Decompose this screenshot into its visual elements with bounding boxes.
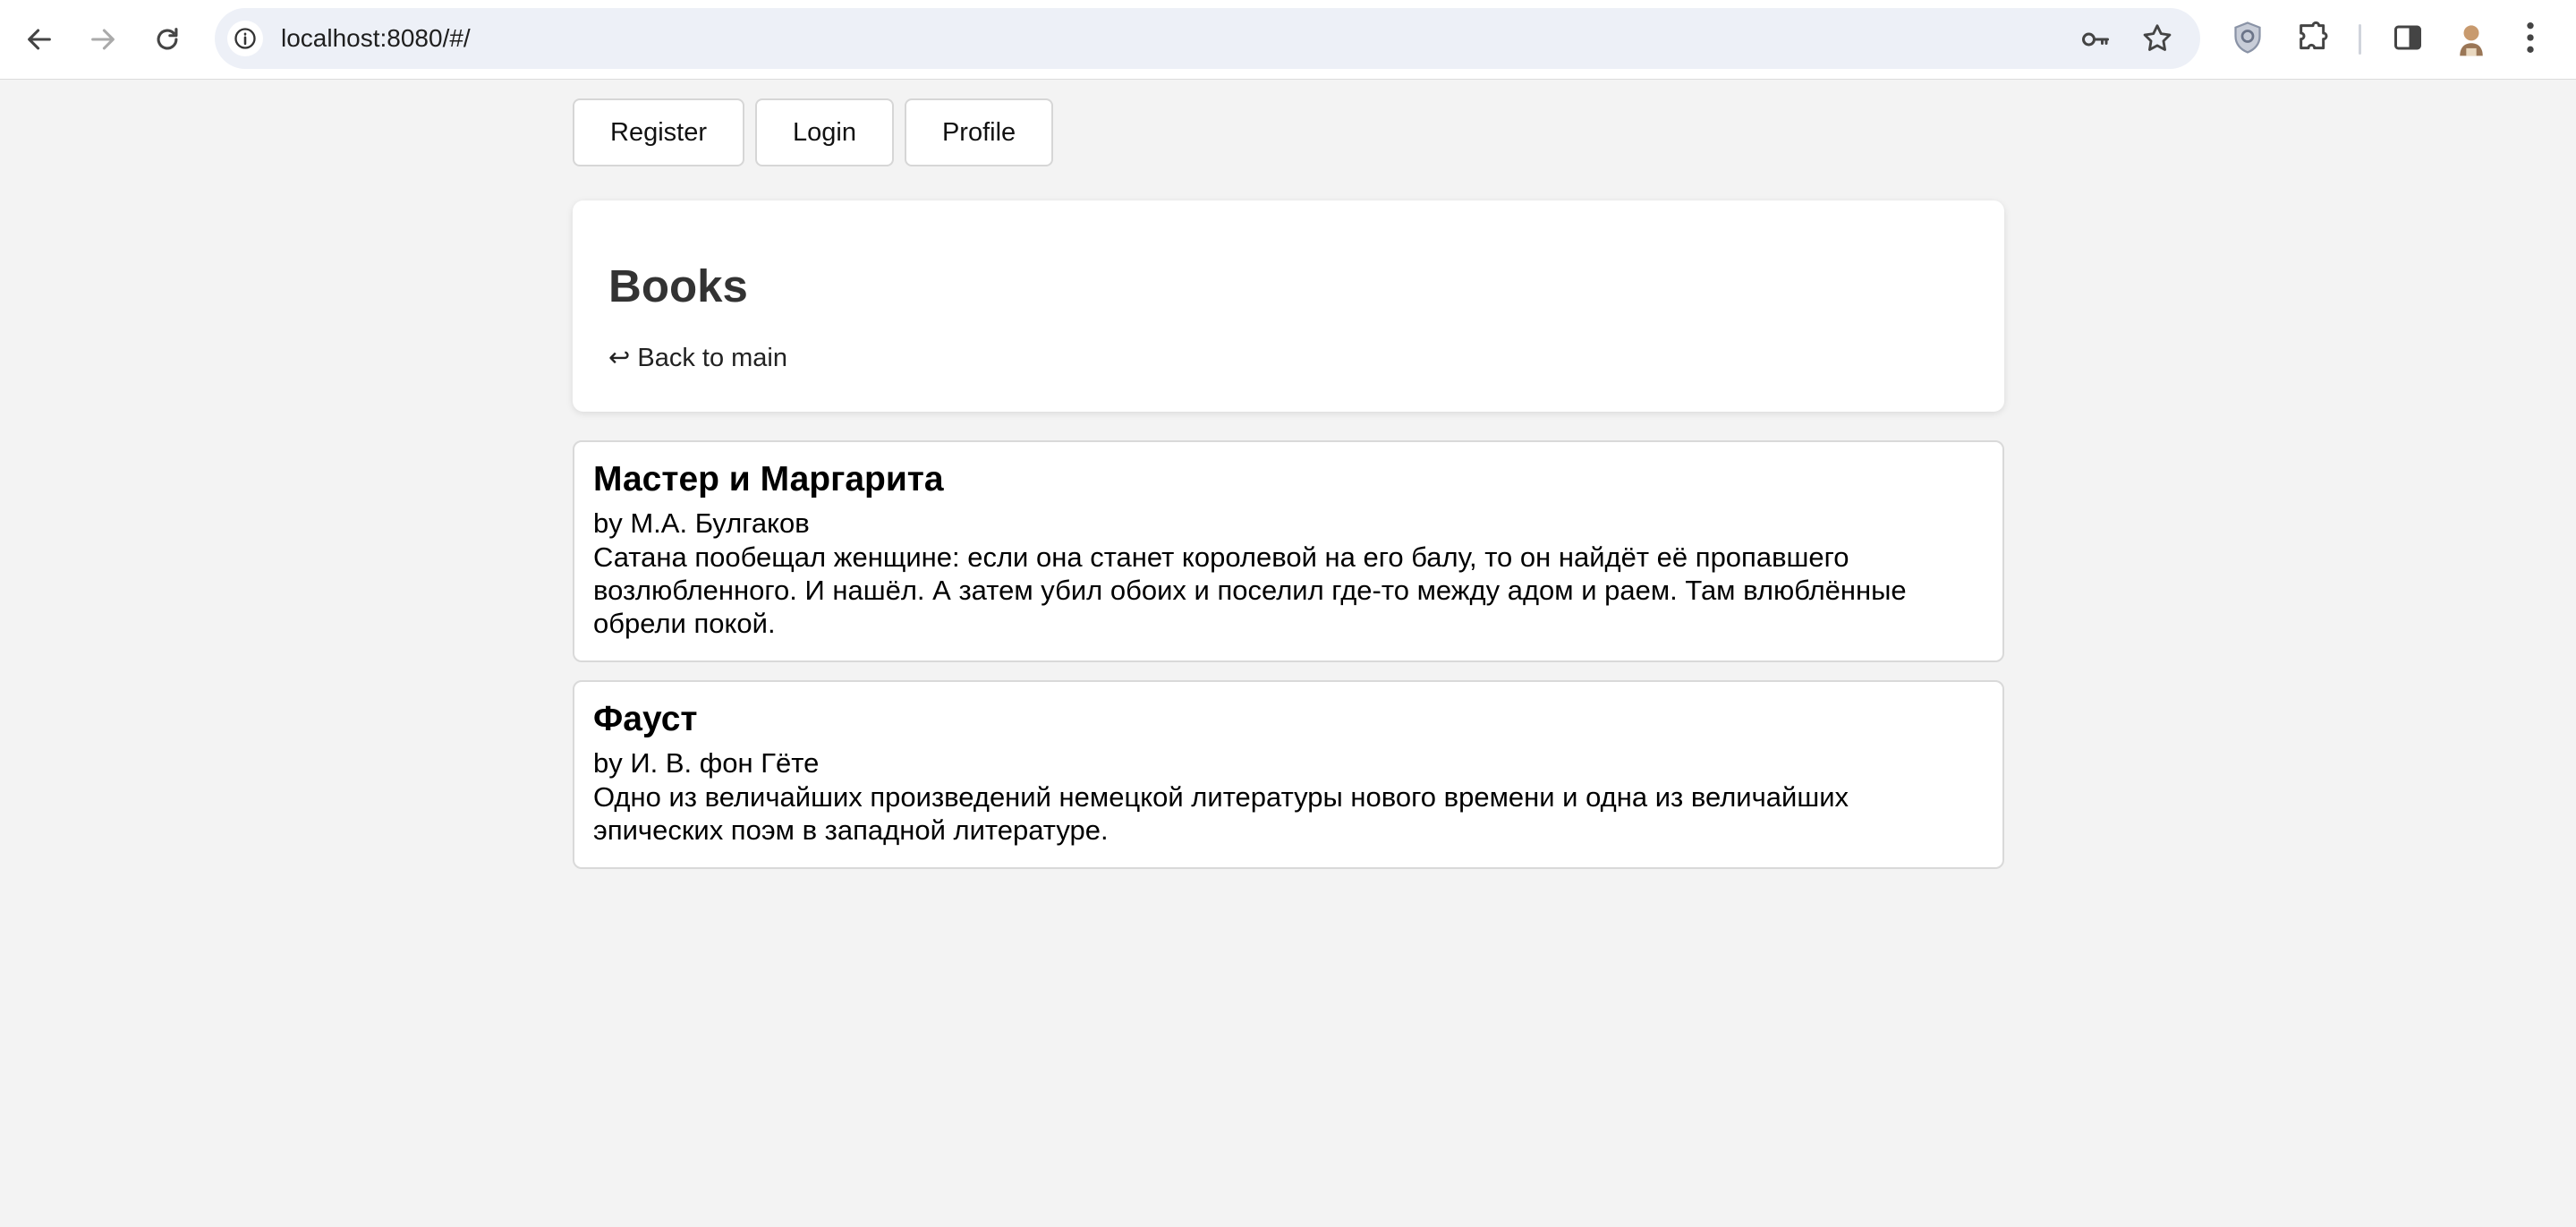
menu-kebab-icon[interactable] — [2525, 20, 2536, 60]
toolbar-divider — [2359, 24, 2361, 55]
forward-arrow-icon[interactable] — [80, 16, 126, 63]
return-arrow-icon: ↩ — [608, 344, 631, 372]
login-button[interactable]: Login — [755, 98, 894, 166]
top-nav: Register Login Profile — [573, 98, 1054, 166]
bookmark-star-icon[interactable] — [2140, 21, 2174, 60]
book-author: by М.А. Булгаков — [593, 507, 810, 539]
book-card[interactable]: Фауст by И. В. фон Гёте Одно из величайш… — [573, 680, 2004, 869]
browser-toolbar: localhost:8080/#/ — [0, 0, 2576, 80]
shield-extension-icon[interactable] — [2232, 20, 2264, 60]
book-author: by И. В. фон Гёте — [593, 747, 820, 779]
back-to-main-label: Back to main — [637, 344, 788, 372]
reload-icon[interactable] — [144, 16, 191, 63]
book-title: Мастер и Маргарита — [593, 460, 944, 498]
profile-button[interactable]: Profile — [904, 98, 1054, 166]
book-description: Одно из величайших произведений немецкой… — [593, 781, 1849, 846]
books-header-card: Books ↩ Back to main — [573, 200, 2004, 412]
key-icon[interactable] — [2079, 23, 2112, 60]
book-description: Сатана пообещал женщине: если она станет… — [593, 541, 1907, 639]
book-title: Фауст — [593, 700, 698, 738]
page-title: Books — [608, 260, 748, 311]
book-card[interactable]: Мастер и Маргарита by М.А. Булгаков Сата… — [573, 440, 2004, 662]
side-panel-icon[interactable] — [2392, 20, 2424, 60]
url-text[interactable]: localhost:8080/#/ — [281, 8, 471, 69]
extensions-puzzle-icon[interactable] — [2295, 20, 2331, 60]
profile-avatar-icon[interactable] — [2456, 21, 2487, 62]
address-bar[interactable]: localhost:8080/#/ — [215, 8, 2200, 69]
register-button[interactable]: Register — [573, 98, 744, 166]
back-arrow-icon[interactable] — [16, 16, 63, 63]
site-info-icon[interactable] — [227, 21, 263, 56]
back-to-main-link[interactable]: ↩ Back to main — [608, 342, 787, 373]
